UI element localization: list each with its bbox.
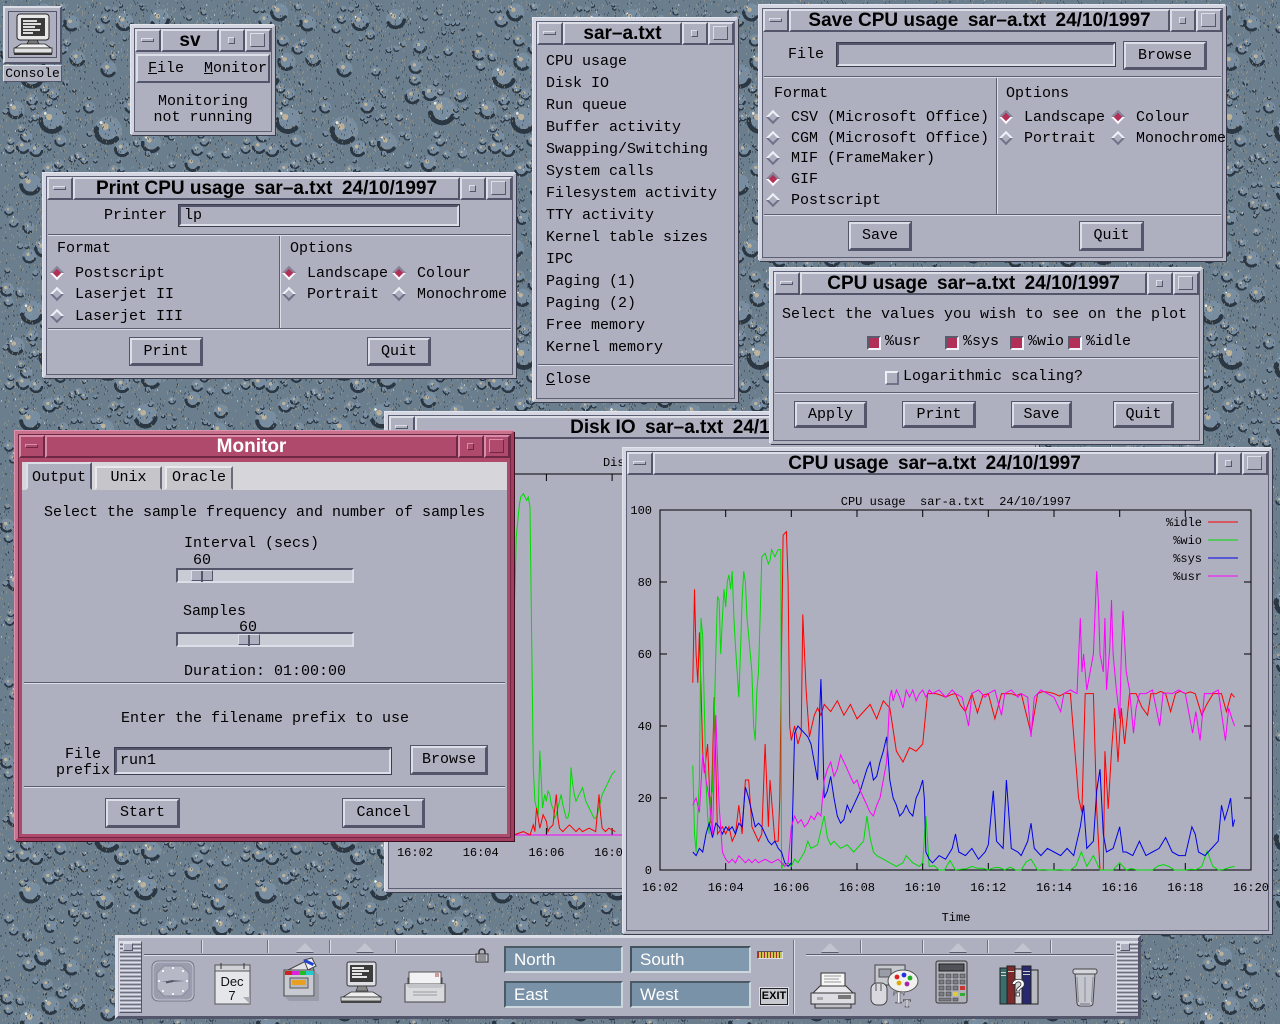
svg-text:20: 20 [638,792,652,806]
svg-text:Time: Time [942,911,971,925]
svg-text:80: 80 [638,576,652,590]
svg-text:16:14: 16:14 [1036,881,1072,895]
svg-text:%sys: %sys [1173,552,1202,566]
svg-text:16:06: 16:06 [773,881,809,895]
svg-text:100: 100 [630,504,652,518]
svg-text:0: 0 [645,864,652,878]
svg-text:16:18: 16:18 [1167,881,1203,895]
svg-text:16:04: 16:04 [708,881,744,895]
svg-text:40: 40 [638,720,652,734]
svg-text:16:16: 16:16 [1102,881,1138,895]
svg-text:16:10: 16:10 [905,881,941,895]
svg-text:16:02: 16:02 [642,881,678,895]
svg-text:Dec: Dec [220,974,244,989]
svg-text:16:06: 16:06 [528,846,564,860]
svg-text:T: T [903,996,911,1009]
svg-text:%idle: %idle [1166,516,1202,530]
svg-text:%wio: %wio [1173,534,1202,548]
svg-text:%usr: %usr [1173,570,1202,584]
svg-text:60: 60 [638,648,652,662]
svg-text:16:12: 16:12 [970,881,1006,895]
svg-text:16:02: 16:02 [397,846,433,860]
svg-text:16:08: 16:08 [839,881,875,895]
svg-text:16:20: 16:20 [1233,881,1269,895]
svg-text:7: 7 [228,988,235,1003]
svg-text:16:04: 16:04 [463,846,499,860]
svg-text:?: ? [1011,975,1026,1002]
svg-text:CPU usage sar-a.txt 24/10/19: CPU usage sar-a.txt 24/10/1997 [841,495,1071,509]
